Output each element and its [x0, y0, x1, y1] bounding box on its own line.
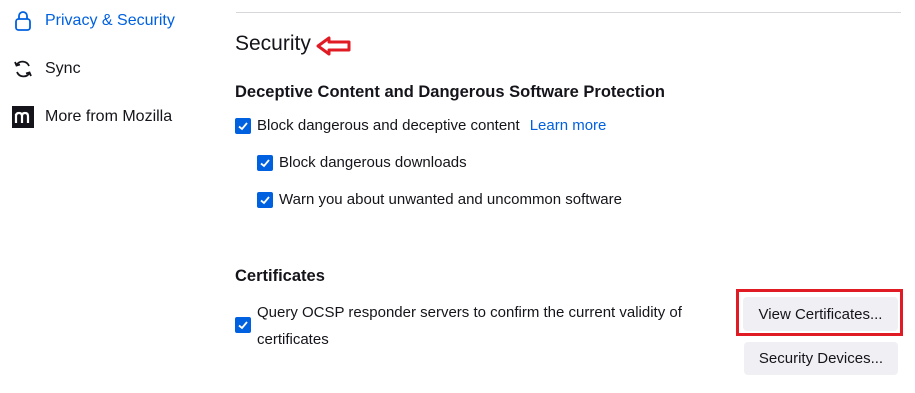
block-downloads-row: Block dangerous downloads	[257, 154, 467, 171]
sidebar-item-sync[interactable]: Sync	[11, 57, 81, 81]
sidebar-item-label: Privacy & Security	[45, 12, 175, 29]
certificates-heading: Certificates	[235, 267, 325, 285]
checkmark-icon	[260, 195, 270, 204]
query-ocsp-label[interactable]: Query OCSP responder servers to confirm …	[235, 299, 695, 353]
red-highlight-box	[736, 289, 903, 336]
sidebar-item-privacy-security[interactable]: Privacy & Security	[11, 9, 175, 33]
block-deceptive-row: Block dangerous and deceptive content Le…	[235, 117, 606, 134]
warn-unwanted-checkbox[interactable]	[257, 191, 273, 208]
block-deceptive-checkbox[interactable]	[235, 117, 251, 134]
lock-icon	[11, 9, 35, 33]
page-title: Security	[235, 32, 311, 55]
settings-page: Privacy & Security Sync More from Mozill…	[0, 0, 915, 393]
learn-more-link[interactable]: Learn more	[530, 117, 607, 134]
sync-icon	[11, 57, 35, 81]
red-arrow-annotation-icon	[316, 36, 351, 56]
sidebar-item-label: Sync	[45, 60, 81, 77]
checkmark-icon	[260, 158, 270, 167]
query-ocsp-row: Query OCSP responder servers to confirm …	[235, 299, 695, 353]
block-downloads-label[interactable]: Block dangerous downloads	[279, 154, 467, 171]
query-ocsp-checkbox[interactable]	[235, 317, 251, 333]
sidebar-item-label: More from Mozilla	[45, 108, 173, 125]
sidebar-item-more-from-mozilla[interactable]: More from Mozilla	[11, 105, 172, 129]
block-deceptive-label[interactable]: Block dangerous and deceptive content	[257, 117, 520, 134]
warn-unwanted-row: Warn you about unwanted and uncommon sof…	[257, 191, 622, 208]
warn-unwanted-label[interactable]: Warn you about unwanted and uncommon sof…	[279, 191, 622, 208]
checkmark-icon	[238, 121, 248, 130]
deceptive-content-heading: Deceptive Content and Dangerous Software…	[235, 83, 665, 101]
mozilla-logo-icon	[11, 105, 35, 129]
security-devices-button[interactable]: Security Devices...	[744, 342, 898, 375]
checkmark-icon	[238, 321, 248, 330]
section-divider	[236, 12, 901, 13]
block-downloads-checkbox[interactable]	[257, 154, 273, 171]
